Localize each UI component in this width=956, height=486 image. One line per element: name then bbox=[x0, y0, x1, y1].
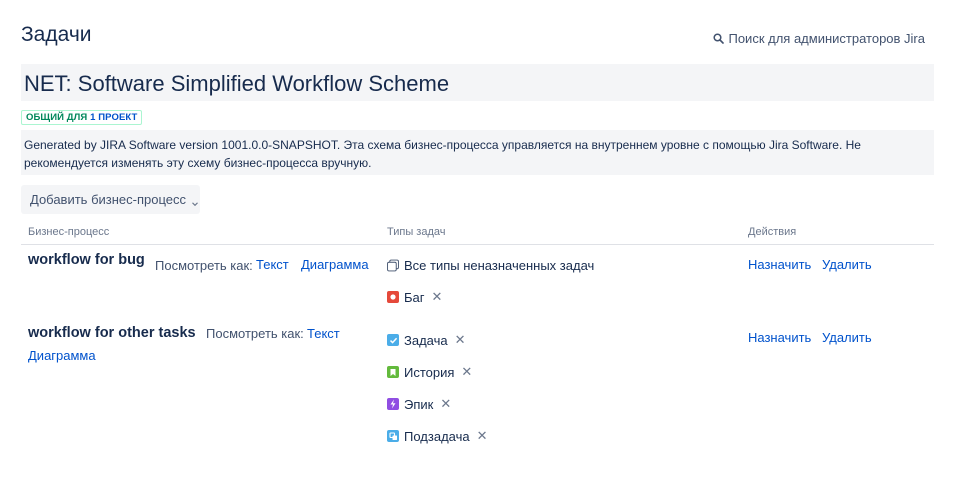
view-as-text-link[interactable]: Текст bbox=[307, 326, 340, 341]
chevron-down-icon bbox=[191, 196, 199, 206]
issue-type-label: Подзадача bbox=[404, 428, 470, 444]
column-header-workflow: Бизнес-процесс bbox=[28, 226, 110, 238]
remove-issue-type-icon[interactable]: ✕ bbox=[455, 332, 466, 348]
view-as-diagram-link[interactable]: Диаграмма bbox=[301, 257, 369, 272]
issue-type-item: Баг ✕ bbox=[387, 289, 442, 305]
scheme-title: NET: Software Simplified Workflow Scheme bbox=[24, 71, 450, 96]
delete-button[interactable]: Удалить bbox=[822, 257, 872, 272]
view-as-label: Посмотреть как: bbox=[206, 326, 304, 341]
workflow-name: workflow for bug bbox=[28, 252, 145, 268]
scheme-description: Generated by JIRA Software version 1001.… bbox=[21, 130, 934, 175]
issue-type-label: Баг bbox=[404, 289, 425, 305]
page-title: Задачи bbox=[21, 23, 92, 46]
issue-type-item: Задача ✕ bbox=[387, 332, 466, 348]
issue-type-label: Все типы неназначенных задач bbox=[404, 258, 595, 273]
delete-button[interactable]: Удалить bbox=[822, 330, 872, 345]
story-icon bbox=[387, 366, 399, 378]
issue-type-label: Эпик bbox=[404, 396, 434, 412]
column-header-actions: Действия bbox=[748, 226, 797, 238]
task-icon bbox=[387, 334, 399, 346]
view-as-text-link[interactable]: Текст bbox=[256, 257, 289, 272]
issue-type-label: Задача bbox=[404, 332, 448, 348]
issue-type-label: История bbox=[404, 364, 455, 380]
issue-type-item: Эпик ✕ bbox=[387, 396, 451, 412]
admin-search-label: Поиск для администраторов Jira bbox=[728, 31, 925, 46]
issue-type-item: Все типы неназначенных задач bbox=[387, 258, 594, 273]
add-workflow-label: Добавить бизнес-процесс bbox=[30, 192, 186, 207]
unassigned-types-icon bbox=[387, 259, 399, 272]
bug-icon bbox=[387, 291, 399, 303]
issue-type-item: Подзадача ✕ bbox=[387, 428, 488, 444]
page-header: Задачи Поиск для администраторов Jira bbox=[21, 22, 934, 52]
issue-type-item: История ✕ bbox=[387, 364, 472, 380]
subtask-icon bbox=[387, 430, 399, 442]
column-header-issue-types: Типы задач bbox=[387, 226, 446, 238]
view-as-diagram-link[interactable]: Диаграмма bbox=[28, 348, 96, 363]
view-as-label: Посмотреть как: bbox=[155, 258, 253, 273]
shared-prefix: ОБЩИЙ ДЛЯ bbox=[26, 112, 91, 123]
workflow-name: workflow for other tasks bbox=[28, 325, 196, 341]
add-workflow-button[interactable]: Добавить бизнес-процесс bbox=[21, 185, 200, 214]
remove-issue-type-icon[interactable]: ✕ bbox=[477, 428, 488, 444]
remove-issue-type-icon[interactable]: ✕ bbox=[440, 396, 451, 412]
epic-icon bbox=[387, 398, 399, 410]
admin-search-link[interactable]: Поиск для администраторов Jira bbox=[713, 31, 925, 46]
header-divider bbox=[21, 244, 934, 245]
assign-button[interactable]: Назначить bbox=[748, 257, 811, 272]
search-icon bbox=[713, 33, 725, 44]
assign-button[interactable]: Назначить bbox=[748, 330, 811, 345]
scheme-title-bar: NET: Software Simplified Workflow Scheme bbox=[21, 64, 934, 101]
shared-projects-link[interactable]: 1 ПРОЕКТ bbox=[90, 112, 137, 123]
remove-issue-type-icon[interactable]: ✕ bbox=[461, 364, 472, 380]
shared-by-projects-lozenge[interactable]: ОБЩИЙ ДЛЯ 1 ПРОЕКТ bbox=[21, 110, 143, 125]
remove-issue-type-icon[interactable]: ✕ bbox=[432, 289, 443, 305]
